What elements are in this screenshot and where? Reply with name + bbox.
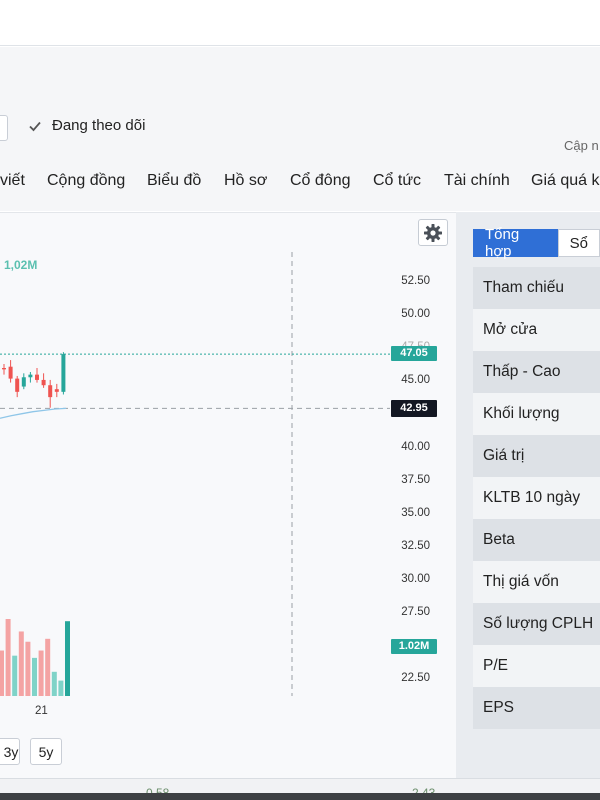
candle <box>61 352 66 395</box>
nav-item-financials[interactable]: Tài chính <box>444 172 510 190</box>
volume-bar <box>12 655 18 696</box>
stat-row-low-high: Thấp - Cao <box>473 351 600 393</box>
stat-row-volume: Khối lượng <box>473 393 600 435</box>
follow-label: Đang theo dõi <box>52 117 146 134</box>
volume-bars <box>0 619 70 696</box>
chart-settings-button[interactable] <box>418 219 448 246</box>
price-tick: 35.00 <box>401 507 430 519</box>
volume-bar <box>38 650 44 696</box>
candle-body <box>48 385 53 398</box>
stat-label: Tham chiếu <box>483 279 564 296</box>
stat-row-avg-volume: KLTB 10 ngày <box>473 477 600 519</box>
candles <box>2 352 66 408</box>
price-tick: 40.00 <box>401 441 430 453</box>
check-icon <box>29 121 41 131</box>
candle <box>35 368 39 383</box>
volume-badge: 1.02M <box>391 639 437 654</box>
volume-bar <box>5 619 11 696</box>
nav-item-price-history[interactable]: Giá quá kh <box>531 172 600 190</box>
stat-row-market-cap: Thị giá vốn <box>473 561 600 603</box>
candle-body <box>15 378 20 392</box>
gear-icon <box>424 223 442 242</box>
candle-body <box>61 354 66 392</box>
price-tick: 52.50 <box>401 275 430 287</box>
stat-row-eps: EPS <box>473 687 600 729</box>
stat-row-shares-outstanding: Số lượng CPLH <box>473 603 600 645</box>
volume-bar <box>58 680 64 696</box>
tab-summary[interactable]: Tổng hợp <box>473 226 558 260</box>
candle <box>48 379 53 408</box>
range-5y-button[interactable]: 5y <box>30 738 62 765</box>
candle-body <box>35 374 39 380</box>
candle-body <box>54 389 59 392</box>
volume-bar <box>0 650 4 696</box>
candle-body <box>28 374 33 378</box>
stat-label: EPS <box>483 699 515 716</box>
stat-label: Thị giá vốn <box>483 573 559 590</box>
tab-orderbook[interactable]: Sổ <box>557 229 600 257</box>
price-tick: 30.00 <box>401 573 430 585</box>
updated-label: Cập n <box>564 138 599 153</box>
range-5y-label: 5y <box>38 743 54 760</box>
stat-row-open: Mở cửa <box>473 309 600 351</box>
candle-body <box>2 368 6 370</box>
bottom-bar <box>0 793 600 800</box>
nav-item-post[interactable]: viết <box>0 172 25 190</box>
candle <box>28 371 33 383</box>
stat-row-beta: Beta <box>473 519 600 561</box>
price-tick: 37.50 <box>401 474 430 486</box>
volume-legend: 1,02M <box>4 258 38 272</box>
price-chart[interactable] <box>0 212 456 778</box>
volume-bar <box>45 638 51 696</box>
moving-average-line <box>0 407 67 419</box>
candle-body <box>8 366 13 379</box>
volume-bar <box>51 671 57 696</box>
candle-body <box>41 379 46 386</box>
volume-bar <box>25 641 31 696</box>
nav-item-profile[interactable]: Hồ sơ <box>224 172 267 190</box>
stat-row-pe: P/E <box>473 645 600 687</box>
stat-label: Beta <box>483 531 515 548</box>
candle <box>21 373 26 390</box>
price-tick: 50.00 <box>401 308 430 320</box>
stat-label: Thấp - Cao <box>483 363 561 380</box>
stat-label: Giá trị <box>483 447 525 464</box>
range-3y-label: 3y <box>3 743 19 760</box>
stat-label: Số lượng CPLH <box>483 615 594 632</box>
candle-body <box>21 377 26 387</box>
follow-toggle[interactable]: Đang theo dõi <box>28 117 145 134</box>
price-tick: 22.50 <box>401 672 430 684</box>
top-bar <box>0 0 600 46</box>
stat-label: KLTB 10 ngày <box>483 489 581 506</box>
candle <box>8 360 13 383</box>
stat-label: Mở cửa <box>483 321 538 338</box>
volume-bar <box>32 657 37 696</box>
candle <box>54 383 59 398</box>
candle <box>2 364 6 375</box>
candle <box>15 375 20 398</box>
date-tick: 21 <box>35 705 48 717</box>
nav-item-community[interactable]: Cộng đồng <box>47 172 125 190</box>
summary-tabs: Tổng hợp Sổ <box>473 226 600 260</box>
volume-bar <box>65 621 70 696</box>
range-3y-button[interactable]: 3y <box>0 738 20 765</box>
nav-item-chart[interactable]: Biểu đồ <box>147 172 201 190</box>
stat-row-reference: Tham chiếu <box>473 267 600 309</box>
volume-bar <box>18 631 24 696</box>
candle <box>41 373 46 388</box>
crosshair-price-badge: 42.95 <box>391 400 437 417</box>
stat-label: P/E <box>483 657 508 674</box>
price-tick: 27.50 <box>401 606 430 618</box>
last-price-badge: 47.05 <box>391 346 437 361</box>
nav-item-shareholders[interactable]: Cổ đông <box>290 172 351 190</box>
stat-label: Khối lượng <box>483 405 560 422</box>
nav-item-dividends[interactable]: Cổ tức <box>373 172 421 190</box>
price-tick: 32.50 <box>401 540 430 552</box>
search-input[interactable] <box>0 115 8 141</box>
price-tick: 45.00 <box>401 374 430 386</box>
stat-row-value: Giá trị <box>473 435 600 477</box>
